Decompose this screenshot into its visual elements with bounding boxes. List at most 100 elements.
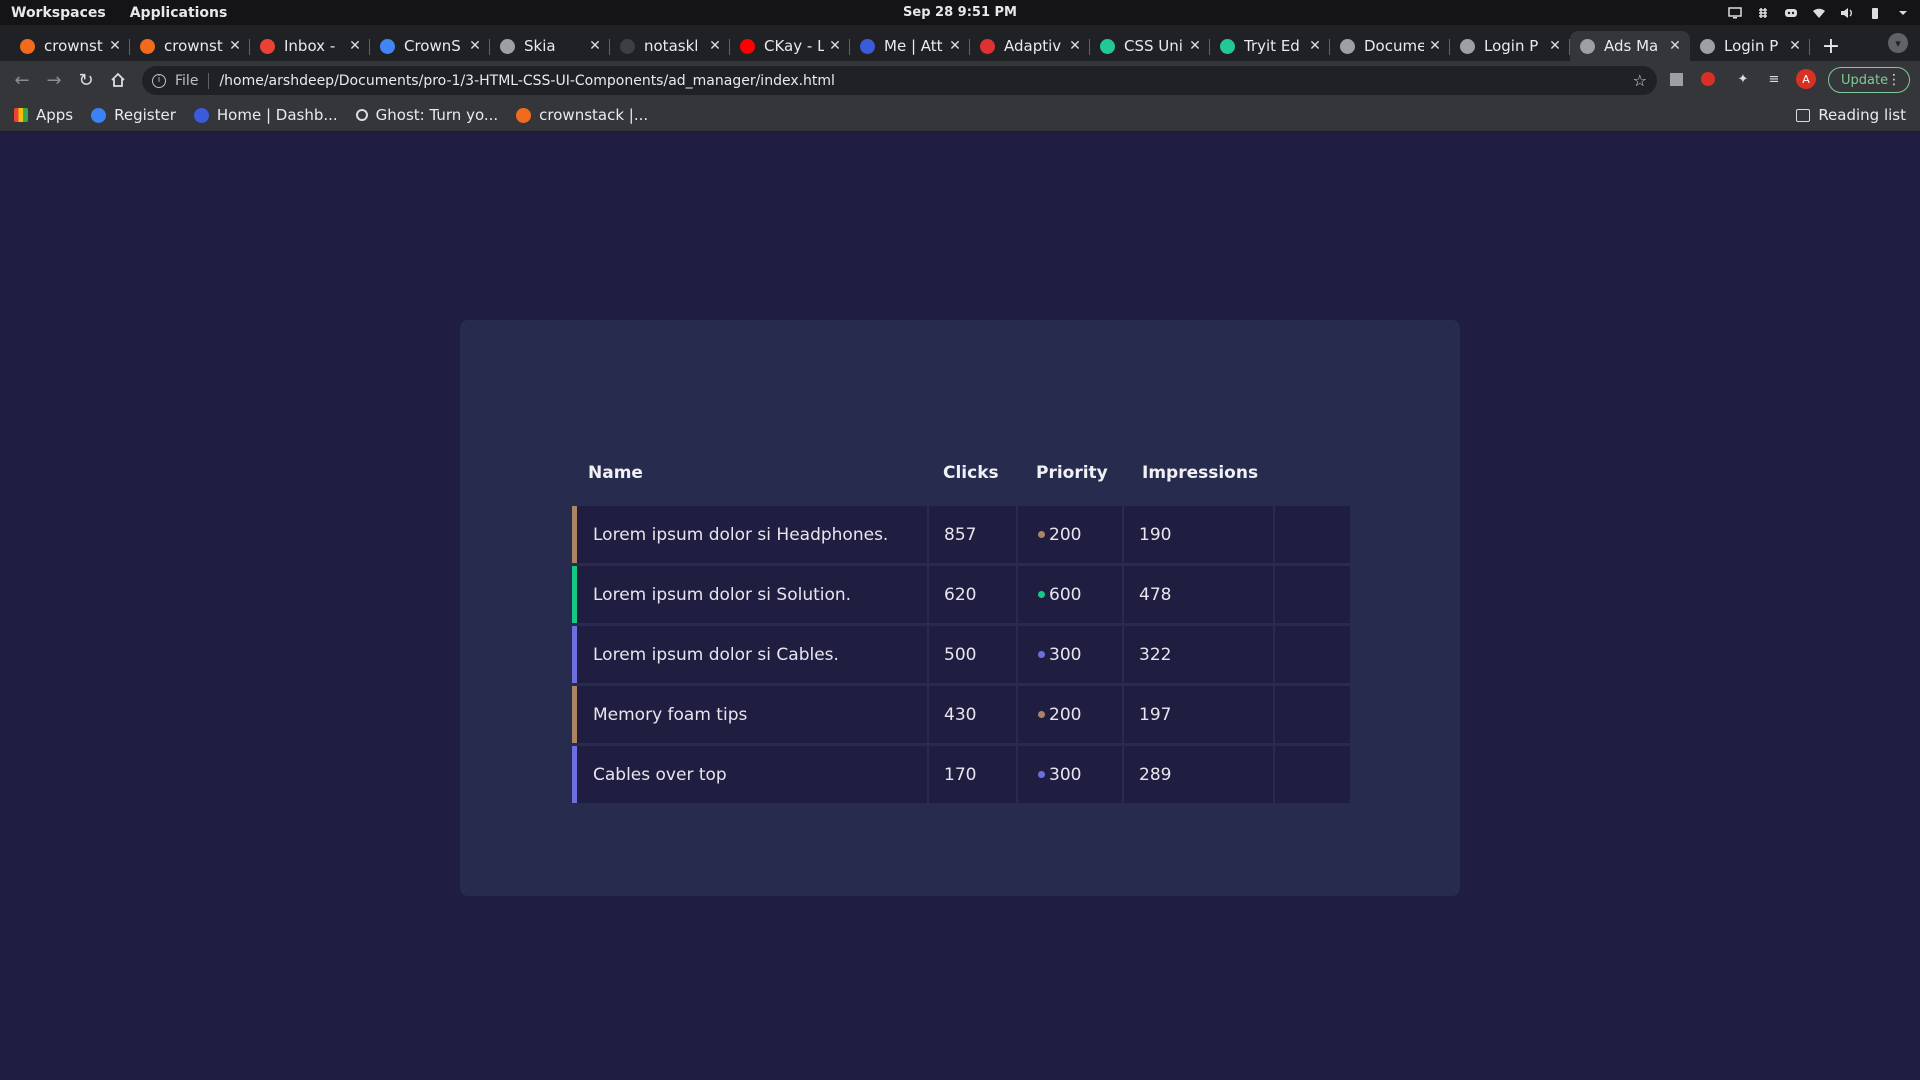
bookmark-item[interactable]: Ghost: Turn yo... [355,106,499,124]
extension-shield-icon[interactable] [1698,69,1718,89]
browser-tab[interactable]: Adaptiv ✕ [970,31,1090,61]
priority-dot-icon [1038,771,1045,778]
tab-search-icon[interactable]: ▾ [1888,33,1908,53]
browser-tab[interactable]: Docume ✕ [1330,31,1450,61]
browser-tab[interactable]: CSS Uni ✕ [1090,31,1210,61]
ad-name-cell: Cables over top [577,746,929,803]
w-icon [1100,38,1115,54]
k-icon [860,38,875,54]
browser-tab[interactable]: CrownS ✕ [370,31,490,61]
bookmark-item[interactable]: crownstack |... [516,106,648,124]
new-tab-icon[interactable]: + [1816,31,1846,61]
close-tab-icon[interactable]: ✕ [948,38,962,54]
table-body: Lorem ipsum dolor si Headphones. 857 200 19… [572,506,1350,803]
extension-square-icon[interactable] [1666,69,1686,89]
media-queue-icon[interactable]: ≡ [1764,69,1784,89]
actions-cell [1275,746,1350,803]
discord-icon[interactable] [1784,7,1798,19]
impressions-cell: 478 [1124,566,1275,623]
bookmark-star-icon[interactable]: ☆ [1633,71,1647,90]
close-tab-icon[interactable]: ✕ [1068,38,1082,54]
reading-list-button[interactable]: Reading list [1796,106,1906,124]
profile-avatar[interactable]: A [1796,69,1816,89]
tab-title: Ads Ma [1604,37,1659,55]
ad-name-cell: Lorem ipsum dolor si Headphones. [577,506,929,563]
forward-arrow-icon[interactable]: → [38,64,70,96]
priority-cell: 200 [1018,506,1124,563]
close-tab-icon[interactable]: ✕ [588,38,602,54]
workspaces-menu[interactable]: Workspaces [11,5,106,21]
actions-cell [1275,626,1350,683]
bookmark-item[interactable]: Home | Dashb... [193,106,338,124]
reload-icon[interactable]: ↻ [70,64,102,96]
applications-menu[interactable]: Applications [130,5,228,21]
battery-icon[interactable] [1868,7,1882,19]
close-tab-icon[interactable]: ✕ [348,38,362,54]
browser-tab[interactable]: CKay - L ✕ [730,31,850,61]
priority-dot-icon [1038,651,1045,658]
clicks-cell: 620 [929,566,1018,623]
home-icon[interactable] [102,64,134,96]
kebab-menu-icon[interactable]: ⋮ [1887,72,1901,88]
browser-tab[interactable]: Me | Att ✕ [850,31,970,61]
tab-title: Docume [1364,37,1424,55]
priority-dot-icon [1038,591,1045,598]
volume-icon[interactable] [1840,7,1854,19]
browser-tab[interactable]: Inbox - ✕ [250,31,370,61]
tab-title: Skia [524,37,556,55]
browser-tab[interactable]: notaskl ✕ [610,31,730,61]
close-tab-icon[interactable]: ✕ [108,38,122,54]
wifi-icon[interactable] [1812,7,1826,19]
close-tab-icon[interactable]: ✕ [1188,38,1202,54]
close-tab-icon[interactable]: ✕ [468,38,482,54]
close-tab-icon[interactable]: ✕ [708,38,722,54]
bookmark-label: Ghost: Turn yo... [375,106,499,124]
update-label: Update [1841,72,1889,88]
back-arrow-icon[interactable]: ← [6,64,38,96]
browser-tab[interactable]: crownst ✕ [130,31,250,61]
table-row[interactable]: Memory foam tips 430 200 197 [572,686,1350,743]
bookmark-item[interactable]: Register [91,106,176,124]
close-tab-icon[interactable]: ✕ [1428,38,1442,54]
tab-title: crownst [164,37,223,55]
system-tray [1728,0,1910,25]
browser-tab[interactable]: Skia ✕ [490,31,610,61]
bookmark-label: Home | Dashb... [216,106,338,124]
close-tab-icon[interactable]: ✕ [228,38,242,54]
close-tab-icon[interactable]: ✕ [828,38,842,54]
site-info-icon[interactable]: i [152,73,166,88]
table-row[interactable]: Cables over top 170 300 289 [572,746,1350,803]
close-tab-icon[interactable]: ✕ [1788,38,1802,54]
bookmark-label: Register [114,106,176,124]
tab-title: Inbox - [284,37,336,55]
close-tab-icon[interactable]: ✕ [1548,38,1562,54]
close-tab-icon[interactable]: ✕ [1668,38,1682,54]
close-tab-icon[interactable]: ✕ [1308,38,1322,54]
tab-title: crownst [44,37,103,55]
browser-tab[interactable]: Ads Ma ✕ [1570,31,1690,61]
browser-tab[interactable]: Login P ✕ [1450,31,1570,61]
address-bar[interactable]: i File /home/arshdeep/Documents/pro-1/3-… [142,66,1657,95]
bookmark-item[interactable]: Apps [14,106,73,124]
header-name: Name [588,463,643,483]
extensions-puzzle-icon[interactable]: ✦ [1733,69,1753,89]
tab-title: Login P [1484,37,1539,55]
actions-cell [1275,566,1350,623]
header-impressions: Impressions [1142,463,1259,483]
table-row[interactable]: Lorem ipsum dolor si Solution. 620 600 478 [572,566,1350,623]
table-row[interactable]: Lorem ipsum dolor si Headphones. 857 200 19… [572,506,1350,563]
system-clock[interactable]: Sep 28 9:51 PM [903,5,1017,20]
table-header: Name Clicks Priority Impressions [572,440,1350,506]
browser-tab[interactable]: Login P ✕ [1690,31,1810,61]
chevron-down-icon[interactable] [1896,7,1910,19]
slack-icon[interactable] [1756,7,1770,19]
table-row[interactable]: Lorem ipsum dolor si Cables. 500 300 322 [572,626,1350,683]
url-text[interactable]: /home/arshdeep/Documents/pro-1/3-HTML-CS… [219,73,835,89]
browser-tab[interactable]: crownst ✕ [10,31,130,61]
browser-tab[interactable]: Tryit Ed ✕ [1210,31,1330,61]
update-button[interactable]: Update ⋮ [1828,67,1910,93]
priority-cell: 600 [1018,566,1124,623]
monitor-icon[interactable] [1728,6,1742,19]
priority-cell: 300 [1018,746,1124,803]
ad-name-cell: Lorem ipsum dolor si Cables. [577,626,929,683]
